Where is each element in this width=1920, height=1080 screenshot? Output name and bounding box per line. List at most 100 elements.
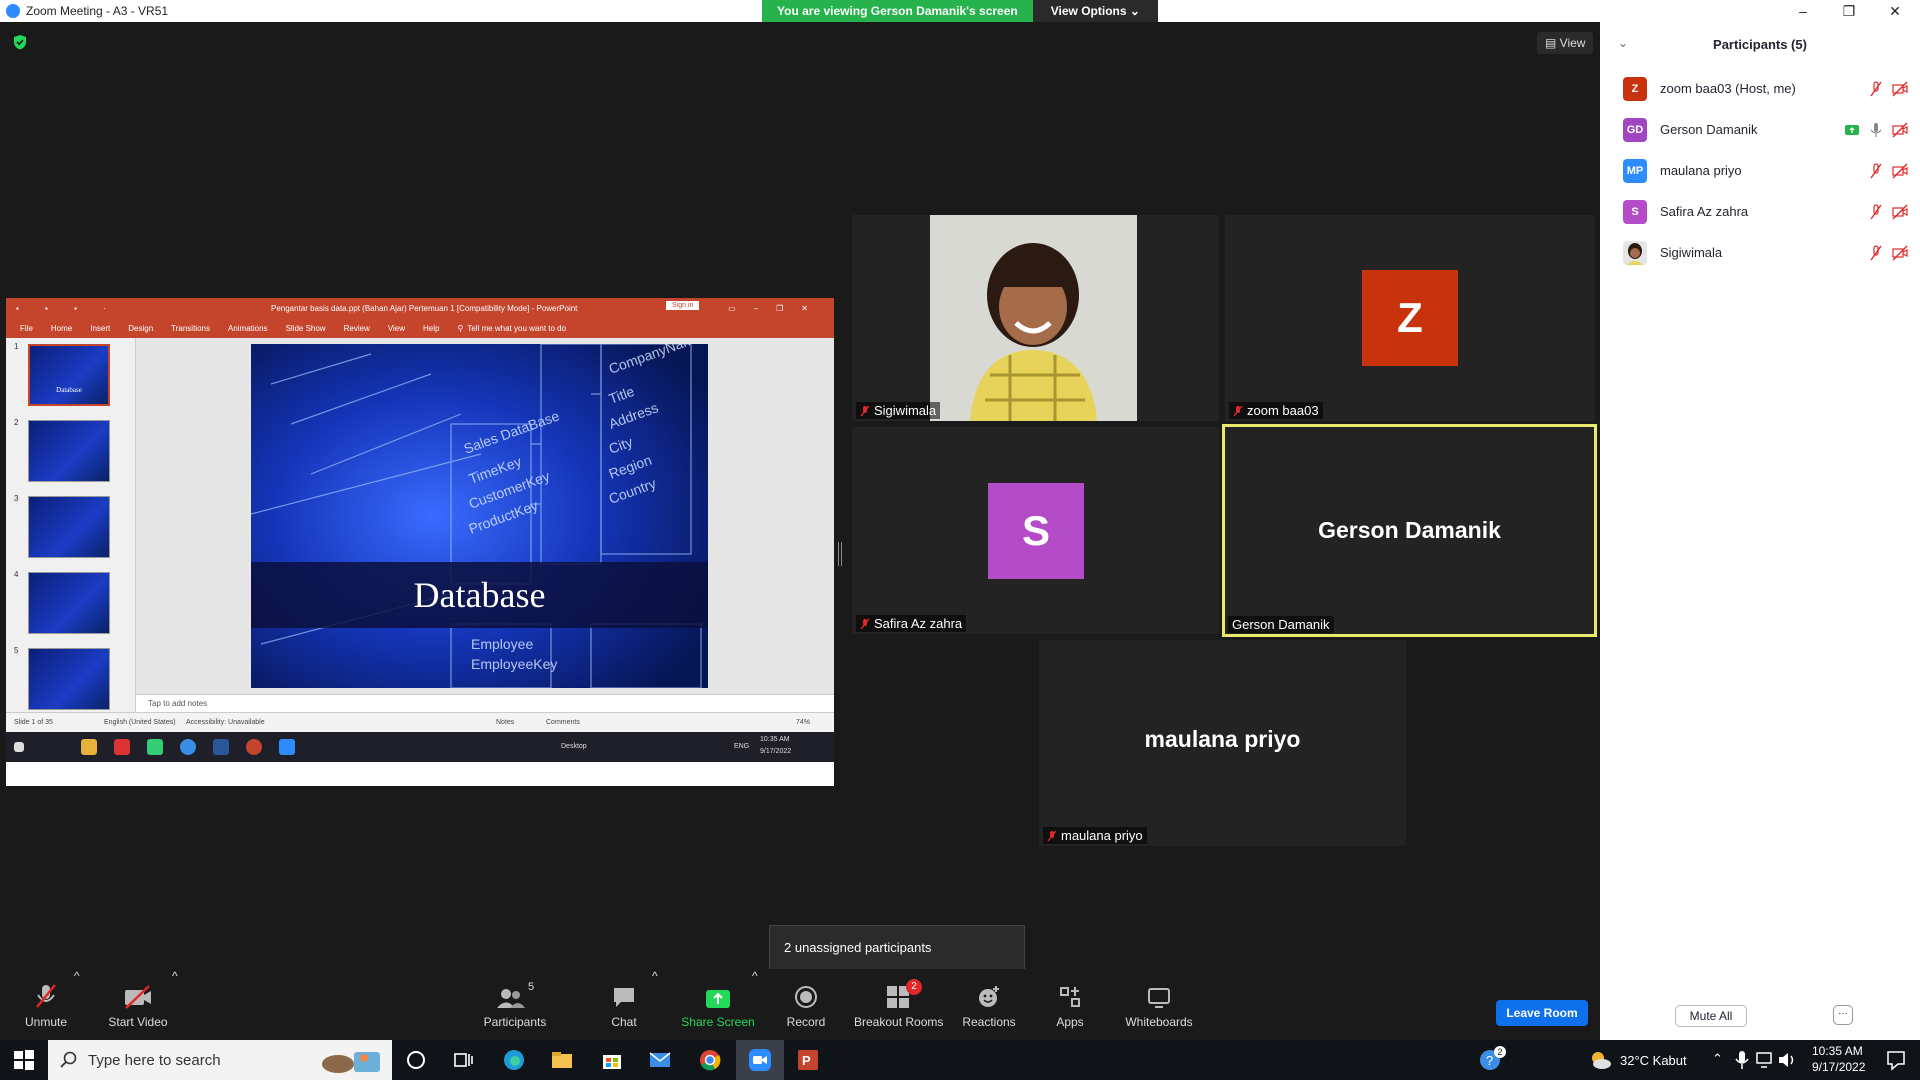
chrome-icon[interactable] bbox=[698, 1048, 722, 1072]
notes-pane[interactable]: Tap to add notes bbox=[136, 694, 834, 712]
unassigned-participants-tooltip: 2 unassigned participants bbox=[769, 925, 1025, 971]
search-icon bbox=[60, 1051, 77, 1068]
inner-powerpoint-icon bbox=[246, 739, 262, 755]
mail-icon[interactable] bbox=[648, 1048, 672, 1072]
mic-muted-icon[interactable] bbox=[1868, 81, 1884, 97]
ribbon-tab[interactable]: Slide Show bbox=[286, 324, 326, 333]
shared-screen[interactable]: ▪ ▪ ▪ · Pengantar basis data.ppt (Bahan … bbox=[6, 298, 834, 786]
ribbon-tab[interactable]: Design bbox=[128, 324, 153, 333]
chat-button[interactable]: Chat bbox=[604, 969, 644, 1040]
more-options-button[interactable]: ··· bbox=[1833, 1005, 1853, 1025]
ribbon-tab[interactable]: File bbox=[20, 324, 33, 333]
notifications-icon[interactable] bbox=[1884, 1048, 1908, 1072]
participants-button[interactable]: 5 Participants bbox=[480, 969, 550, 1040]
cortana-icon[interactable] bbox=[404, 1048, 428, 1072]
close-button[interactable]: ✕ bbox=[1872, 0, 1918, 22]
ribbon-tab[interactable]: View bbox=[388, 324, 405, 333]
status-notes-button[interactable]: Notes bbox=[496, 719, 514, 726]
apps-button[interactable]: Apps bbox=[1054, 969, 1086, 1040]
view-options-button[interactable]: View Options ⌄ bbox=[1032, 0, 1158, 22]
mic-muted-icon[interactable] bbox=[1868, 245, 1884, 261]
share-options-caret[interactable]: ^ bbox=[752, 969, 758, 1040]
ribbon-tab[interactable]: Home bbox=[51, 324, 72, 333]
taskbar-search-box[interactable]: Type here to search bbox=[48, 1040, 392, 1080]
powerpoint-window-controls[interactable]: ▭–❐✕ bbox=[728, 304, 826, 313]
mic-muted-icon[interactable] bbox=[1868, 204, 1884, 220]
minimize-button[interactable]: – bbox=[1780, 0, 1826, 22]
thumb-number: 1 bbox=[14, 342, 19, 351]
view-button[interactable]: ▤ View bbox=[1537, 32, 1594, 54]
show-hidden-icons[interactable]: ⌃ bbox=[1712, 1051, 1723, 1067]
whiteboards-button[interactable]: Whiteboards bbox=[1124, 969, 1194, 1040]
breakout-rooms-label: Breakout Rooms bbox=[854, 1015, 944, 1029]
video-tile-maulana[interactable]: maulana priyo maulana priyo bbox=[1039, 640, 1406, 846]
screen-share-icon bbox=[1845, 125, 1859, 135]
edge-icon[interactable] bbox=[502, 1048, 526, 1072]
ribbon-tab[interactable]: Animations bbox=[228, 324, 268, 333]
participant-row[interactable]: GD Gerson Damanik bbox=[1600, 110, 1920, 150]
participant-name-label: Sigiwimala bbox=[856, 402, 941, 419]
video-tile-zoom-baa03[interactable]: Z zoom baa03 bbox=[1225, 215, 1595, 421]
weather-text[interactable]: 32°C Kabut bbox=[1620, 1053, 1687, 1068]
slide-title[interactable]: Database bbox=[251, 562, 708, 628]
status-accessibility[interactable]: Accessibility: Unavailable bbox=[186, 719, 265, 726]
shield-icon[interactable] bbox=[12, 34, 28, 50]
ribbon-tab[interactable]: Transitions bbox=[171, 324, 210, 333]
taskbar-time[interactable]: 10:35 AM bbox=[1812, 1044, 1863, 1058]
share-screen-icon bbox=[680, 969, 756, 1009]
mute-all-button[interactable]: Mute All bbox=[1675, 1005, 1747, 1027]
taskbar-date[interactable]: 9/17/2022 bbox=[1812, 1060, 1865, 1074]
unmute-button[interactable]: Unmute bbox=[20, 969, 72, 1040]
ribbon-tab[interactable]: Review bbox=[344, 324, 370, 333]
status-language[interactable]: English (United States) bbox=[104, 719, 176, 726]
network-icon[interactable] bbox=[1754, 1048, 1778, 1072]
restore-button[interactable]: ❐ bbox=[1826, 0, 1872, 22]
powerpoint-icon[interactable]: P bbox=[796, 1048, 820, 1072]
video-tile-sigiwimala[interactable]: Sigiwimala bbox=[852, 215, 1219, 421]
file-explorer-icon[interactable] bbox=[550, 1048, 574, 1072]
zoom-taskbar-active[interactable] bbox=[736, 1040, 784, 1080]
microphone-tray-icon[interactable] bbox=[1730, 1048, 1754, 1072]
reactions-button[interactable]: Reactions bbox=[962, 969, 1016, 1040]
slide-thumbnail[interactable]: Database bbox=[28, 344, 110, 406]
status-comments-button[interactable]: Comments bbox=[546, 719, 580, 726]
participant-row[interactable]: Sigiwimala bbox=[1600, 233, 1920, 273]
video-tile-safira[interactable]: S Safira Az zahra bbox=[852, 427, 1219, 634]
split-handle[interactable] bbox=[838, 542, 842, 566]
task-view-icon[interactable] bbox=[452, 1048, 476, 1072]
ribbon-tab[interactable]: Insert bbox=[90, 324, 110, 333]
participant-name: Gerson Damanik bbox=[1232, 617, 1330, 632]
store-icon[interactable] bbox=[600, 1048, 624, 1072]
tell-me-box[interactable]: Tell me what you want to do bbox=[467, 324, 566, 333]
breakout-rooms-button[interactable]: 2 Breakout Rooms bbox=[854, 969, 944, 1040]
video-tile-gerson-active-speaker[interactable]: Gerson Damanik Gerson Damanik bbox=[1222, 424, 1597, 637]
video-options-caret[interactable]: ^ bbox=[172, 969, 178, 1040]
powerpoint-title: Pengantar basis data.ppt (Bahan Ajar) Pe… bbox=[271, 303, 578, 313]
chat-options-caret[interactable]: ^ bbox=[652, 969, 658, 1040]
ribbon-tab[interactable]: Help bbox=[423, 324, 439, 333]
share-screen-button[interactable]: Share Screen bbox=[680, 969, 756, 1040]
participant-row[interactable]: MP maulana priyo bbox=[1600, 151, 1920, 191]
start-video-label: Start Video bbox=[108, 1015, 168, 1029]
windows-start-icon[interactable] bbox=[12, 1048, 36, 1072]
audio-options-caret[interactable]: ^ bbox=[74, 969, 80, 1040]
participant-row[interactable]: Z zoom baa03 (Host, me) bbox=[1600, 69, 1920, 109]
slide-thumbnail[interactable] bbox=[28, 572, 110, 634]
start-video-button[interactable]: Start Video bbox=[106, 969, 170, 1040]
mic-icon[interactable] bbox=[1868, 122, 1884, 138]
sign-in-button[interactable]: Sign in bbox=[666, 301, 700, 310]
participant-row[interactable]: S Safira Az zahra bbox=[1600, 192, 1920, 232]
participants-panel: ⌄ Participants (5) Z zoom baa03 (Host, m… bbox=[1600, 22, 1920, 1040]
leave-room-button[interactable]: Leave Room bbox=[1496, 1000, 1588, 1026]
current-slide[interactable]: Sales DataBase TimeKey CustomerKey Produ… bbox=[251, 344, 708, 688]
volume-icon[interactable] bbox=[1776, 1048, 1800, 1072]
slide-thumbnail[interactable] bbox=[28, 496, 110, 558]
whiteboards-label: Whiteboards bbox=[1125, 1015, 1193, 1029]
quick-access-icons[interactable]: ▪ ▪ ▪ · bbox=[16, 304, 118, 313]
slide-thumbnail[interactable] bbox=[28, 648, 110, 710]
record-icon bbox=[784, 969, 828, 1009]
record-button[interactable]: Record bbox=[784, 969, 828, 1040]
mic-muted-icon[interactable] bbox=[1868, 163, 1884, 179]
slide-thumbnail[interactable] bbox=[28, 420, 110, 482]
status-zoom-level[interactable]: 74% bbox=[796, 719, 810, 726]
